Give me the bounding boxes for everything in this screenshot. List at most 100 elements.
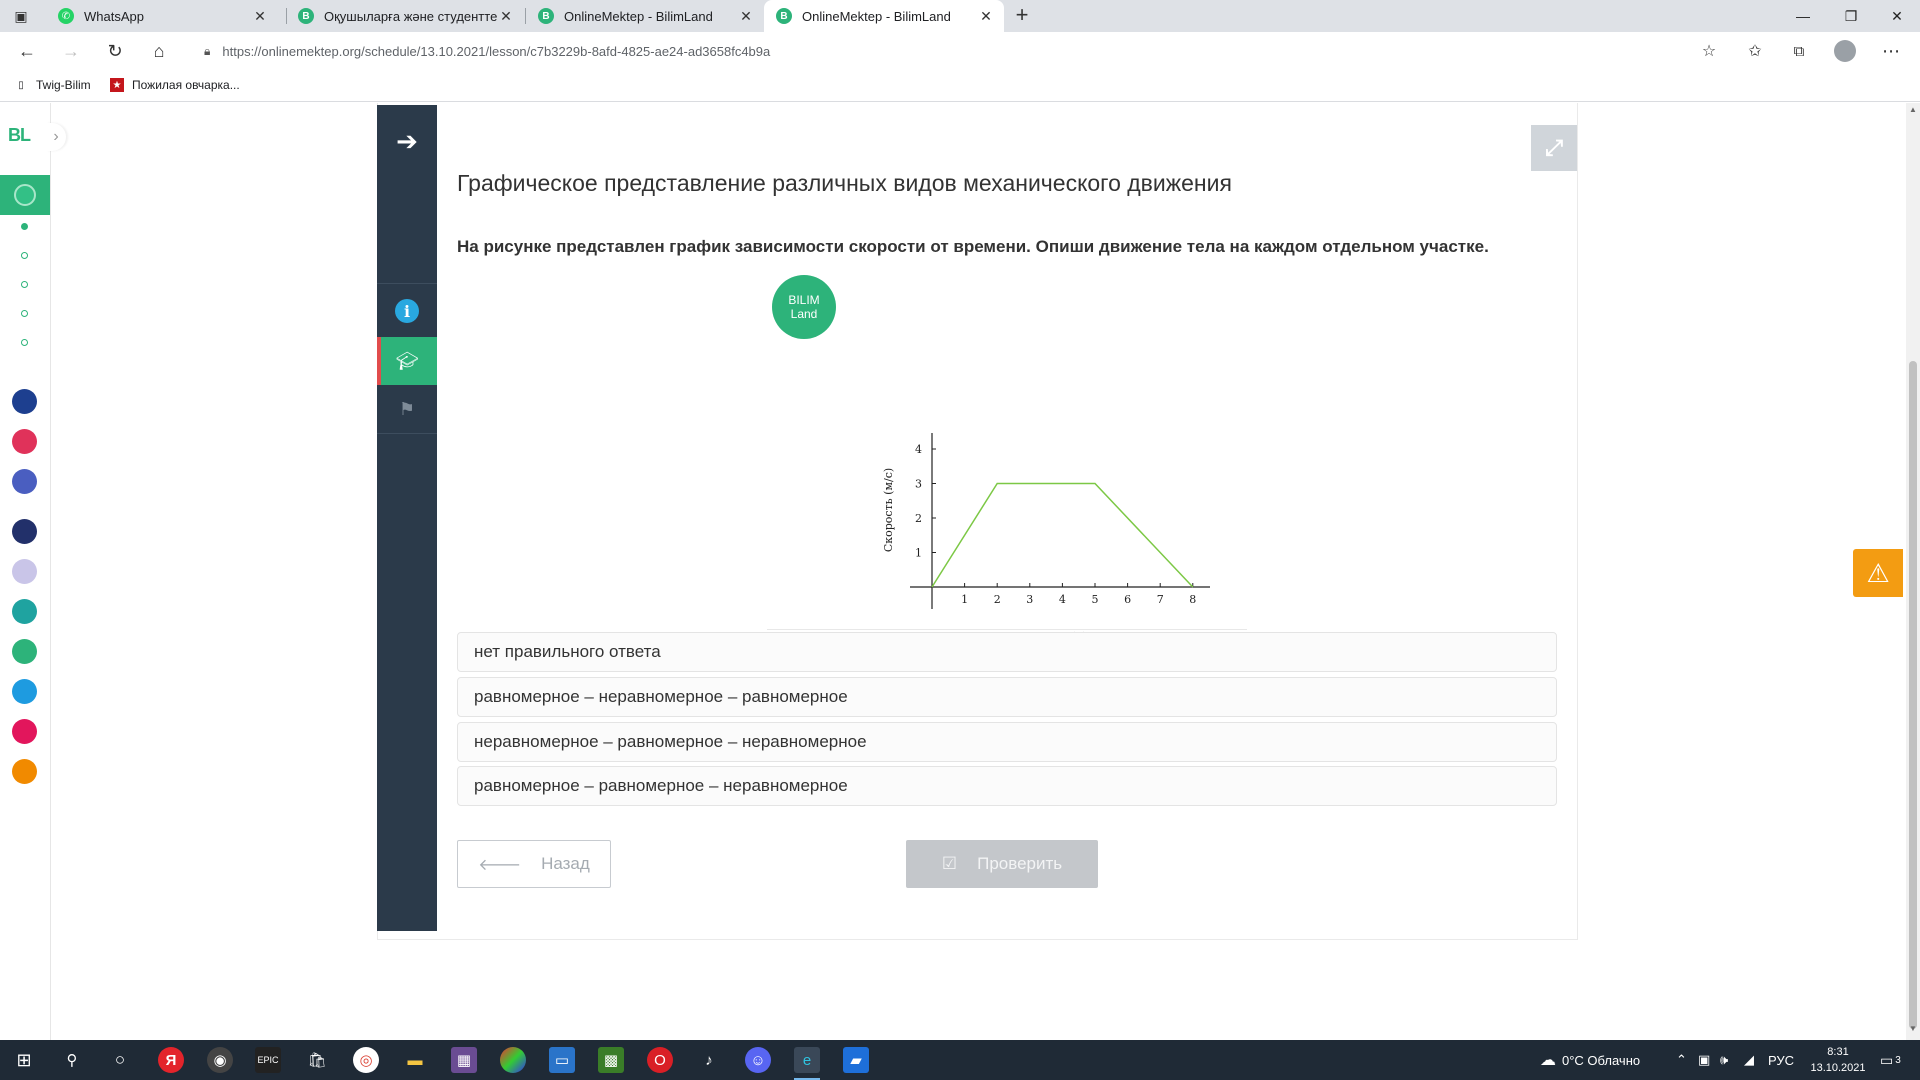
- clock-date: 13.10.2021: [1810, 1062, 1866, 1074]
- tab-whatsapp[interactable]: ✆ WhatsApp ✕: [46, 0, 278, 32]
- more-menu-icon[interactable]: ⋯: [1878, 39, 1904, 63]
- rail-step-dot[interactable]: [21, 339, 28, 346]
- flag-button[interactable]: ⚑: [377, 385, 437, 433]
- home-icon[interactable]: ⌂: [146, 39, 172, 63]
- tab-title: Оқушыларға және студенттерге: [324, 8, 498, 24]
- chrome-icon[interactable]: ◎: [353, 1047, 379, 1073]
- answer-option[interactable]: нет правильного ответа: [457, 632, 1557, 672]
- volume-icon[interactable]: 🕪︎: [1720, 1040, 1728, 1080]
- cortana-icon[interactable]: ○: [107, 1047, 133, 1073]
- bookmark-twig-bilim[interactable]: ▯ Twig-Bilim: [14, 78, 91, 92]
- discord-icon[interactable]: ☺: [745, 1047, 771, 1073]
- close-tab-icon[interactable]: ✕: [498, 8, 514, 25]
- bilim-shop-icon[interactable]: [12, 429, 37, 454]
- twig-app-icon[interactable]: [12, 719, 37, 744]
- weather-widget[interactable]: ☁ 0°C Облачно: [1540, 1040, 1640, 1080]
- bookmark-dog[interactable]: ★ Пожилая овчарка...: [110, 78, 240, 92]
- bilimland-icon: B: [538, 8, 554, 24]
- rail-step-dot[interactable]: [21, 281, 28, 288]
- file-explorer-icon[interactable]: ▬: [402, 1047, 428, 1073]
- bilim-app-icon[interactable]: [12, 599, 37, 624]
- page-scrollbar[interactable]: ▲ ▼: [1906, 103, 1920, 1040]
- epic-games-icon[interactable]: EPIC: [255, 1047, 281, 1073]
- rail-step-dot[interactable]: [21, 252, 28, 259]
- bilimland-logo[interactable]: BL: [8, 125, 31, 146]
- opera-icon[interactable]: O: [647, 1047, 673, 1073]
- store-icon[interactable]: 🛍︎: [304, 1047, 330, 1073]
- minecraft-icon[interactable]: ▩: [598, 1047, 624, 1073]
- answer-option[interactable]: равномерное – равномерное – неравномерно…: [457, 766, 1557, 806]
- back-button[interactable]: 🡐 Назад: [457, 840, 611, 888]
- tab-students[interactable]: B Оқушыларға және студенттерге ✕: [286, 0, 524, 32]
- favorites-icon[interactable]: ✩: [1742, 39, 1768, 63]
- forward-arrow-icon[interactable]: →: [58, 39, 84, 63]
- tray-device-icon[interactable]: ▣: [1698, 1040, 1710, 1080]
- lesson-tab-button[interactable]: 🎓︎: [377, 337, 437, 385]
- bilimland-app-icon[interactable]: [12, 639, 37, 664]
- rail-item-onlinemektep[interactable]: [0, 175, 50, 215]
- tab-onlinemektep-active[interactable]: B OnlineMektep - BilimLand ✕: [764, 0, 1004, 32]
- velocity-series-line: [931, 482, 1194, 588]
- bilim-app-icon[interactable]: [12, 469, 37, 494]
- bookmark-label: Twig-Bilim: [36, 78, 91, 92]
- system-clock[interactable]: 8:31 13.10.2021: [1798, 1044, 1878, 1076]
- maximize-button[interactable]: ❐: [1828, 0, 1874, 32]
- scroll-thumb[interactable]: [1909, 361, 1917, 1029]
- checkbox-icon: ☑: [941, 854, 958, 873]
- app-icon[interactable]: ▰: [843, 1047, 869, 1073]
- page-icon: ▯: [18, 79, 24, 91]
- scroll-up-icon[interactable]: ▲: [1906, 105, 1920, 119]
- rail-step-dot[interactable]: [21, 310, 28, 317]
- network-icon[interactable]: ◢: [1744, 1040, 1754, 1080]
- smart-nation-icon[interactable]: [12, 519, 37, 544]
- next-arrow-icon[interactable]: ➔: [377, 113, 437, 169]
- add-favorite-icon[interactable]: ☆: [1696, 39, 1722, 63]
- new-tab-button[interactable]: +: [1010, 4, 1034, 28]
- star-bookmark-icon: ★: [110, 78, 124, 92]
- rail-step-dot[interactable]: [21, 223, 28, 230]
- imektep-app-icon[interactable]: [12, 759, 37, 784]
- arrow-left-icon: 🡐: [478, 856, 522, 874]
- x-tick-label: 6: [1124, 593, 1131, 606]
- keyboard-app-icon[interactable]: [12, 559, 37, 584]
- language-indicator[interactable]: РУС: [1768, 1040, 1794, 1080]
- profile-avatar[interactable]: [1834, 40, 1856, 62]
- bilimland-icon: B: [776, 8, 792, 24]
- bilim-app-icon[interactable]: [12, 389, 37, 414]
- answer-option[interactable]: равномерное – неравномерное – равномерно…: [457, 677, 1557, 717]
- close-tab-icon[interactable]: ✕: [978, 8, 994, 25]
- minimize-button[interactable]: —: [1780, 0, 1826, 32]
- tray-chevron-icon[interactable]: ⌃: [1676, 1040, 1687, 1080]
- back-label: Назад: [541, 854, 590, 873]
- notifications-icon[interactable]: ▭ 3: [1880, 1040, 1901, 1080]
- scroll-down-icon[interactable]: ▼: [1906, 1024, 1920, 1038]
- app-icon[interactable]: ◉: [207, 1047, 233, 1073]
- edge-icon[interactable]: e: [794, 1047, 820, 1080]
- tab-onlinemektep-1[interactable]: B OnlineMektep - BilimLand ✕: [526, 0, 764, 32]
- report-warning-icon[interactable]: ⚠: [1853, 549, 1903, 597]
- photos-app-icon[interactable]: ▦: [451, 1047, 477, 1073]
- window-app-icon[interactable]: ▭: [549, 1047, 575, 1073]
- check-button[interactable]: ☑ Проверить: [906, 840, 1098, 888]
- close-window-button[interactable]: ✕: [1874, 0, 1920, 32]
- collections-icon[interactable]: ⧉: [1786, 39, 1812, 63]
- tab-title: WhatsApp: [84, 8, 144, 24]
- check-app-icon[interactable]: [12, 679, 37, 704]
- fullscreen-expand-icon[interactable]: ⤢: [1531, 125, 1577, 171]
- browser-toolbar: ← → ↻ ⌂ 🔒︎ https://onlinemektep.org/sche…: [0, 32, 1920, 70]
- tab-actions-icon[interactable]: ▣: [10, 6, 32, 26]
- info-button[interactable]: i: [377, 287, 437, 335]
- answer-option[interactable]: неравномерное – равномерное – неравномер…: [457, 722, 1557, 762]
- yandex-icon[interactable]: Я: [158, 1047, 184, 1073]
- color-app-icon[interactable]: [500, 1047, 526, 1073]
- address-bar[interactable]: 🔒︎ https://onlinemektep.org/schedule/13.…: [192, 37, 1702, 65]
- reload-icon[interactable]: ↻: [102, 39, 128, 63]
- tiktok-icon[interactable]: ♪: [696, 1047, 722, 1073]
- close-tab-icon[interactable]: ✕: [252, 8, 268, 25]
- rail-expand-arrow-icon[interactable]: ›: [46, 123, 66, 151]
- bookmarks-bar: ▯ Twig-Bilim ★ Пожилая овчарка...: [0, 70, 1920, 102]
- windows-start-icon[interactable]: ⊞: [11, 1047, 37, 1073]
- search-icon[interactable]: ⚲: [59, 1047, 85, 1073]
- close-tab-icon[interactable]: ✕: [738, 8, 754, 25]
- back-arrow-icon[interactable]: ←: [14, 39, 40, 63]
